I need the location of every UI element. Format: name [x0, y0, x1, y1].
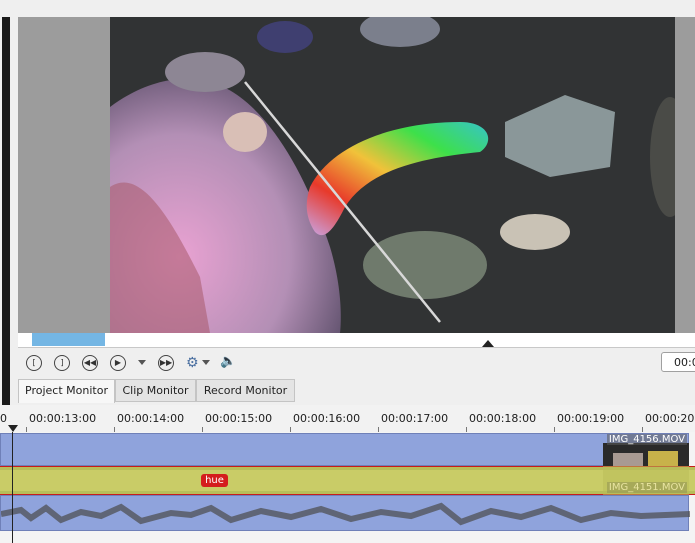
effect-badge-hue[interactable]: hue [201, 474, 228, 487]
monitor-margin-right [675, 17, 695, 333]
ruler-label: 00:00:17:00 [381, 412, 449, 425]
rewind-icon[interactable]: ◀◀ [82, 355, 98, 371]
settings-icon[interactable]: ⚙ [186, 355, 202, 371]
ruler-label: 0 [0, 412, 7, 425]
tab-record-monitor[interactable]: Record Monitor [196, 379, 295, 402]
ruler-label: 00:00:13:00 [29, 412, 97, 425]
settings-dropdown-icon[interactable] [202, 360, 210, 365]
tab-clip-monitor[interactable]: Clip Monitor [115, 379, 196, 402]
set-zone-in-icon[interactable]: [ [26, 355, 42, 371]
audio-waveform [0, 502, 691, 526]
timecode-field[interactable]: 00:0 [661, 352, 695, 372]
volume-icon[interactable]: 🔈 [220, 354, 236, 370]
video-clip[interactable] [0, 433, 689, 466]
ruler-label: 00:00:20: [645, 412, 695, 425]
play-icon[interactable]: ▶ [110, 355, 126, 371]
monitor-playhead[interactable] [482, 340, 494, 347]
timeline-ruler[interactable]: 0 00:00:13:00 00:00:14:00 00:00:15:00 00… [0, 405, 695, 432]
play-options-icon[interactable] [138, 360, 146, 365]
ruler-label: 00:00:15:00 [205, 412, 273, 425]
monitor-tab-bar: Project Monitor Clip Monitor Record Moni… [18, 379, 695, 405]
effect-track-body [0, 470, 695, 491]
set-zone-out-icon[interactable]: ] [54, 355, 70, 371]
left-panel-edge [0, 0, 14, 405]
forward-icon[interactable]: ▶▶ [158, 355, 174, 371]
audio-clip[interactable] [0, 495, 691, 531]
ruler-label: 00:00:14:00 [117, 412, 185, 425]
ruler-label: 00:00:19:00 [557, 412, 625, 425]
audio-clip-name: IMG_4151.MOV [606, 482, 687, 493]
monitor-ruler[interactable] [18, 333, 695, 348]
video-frame-image [110, 17, 675, 333]
timeline-cursor[interactable] [12, 432, 13, 543]
transport-toolbar: [ ] ◀◀ ▶ ▶▶ ⚙ 🔈 00:0 [18, 348, 695, 378]
tab-project-monitor[interactable]: Project Monitor [18, 379, 115, 403]
monitor-video-frame[interactable] [110, 17, 675, 333]
timeline-cursor-head[interactable] [8, 425, 18, 432]
zone-selection[interactable] [32, 333, 105, 346]
video-clip-name: IMG_4156.MOV [606, 434, 687, 445]
ruler-label: 00:00:16:00 [293, 412, 361, 425]
ruler-label: 00:00:18:00 [469, 412, 537, 425]
